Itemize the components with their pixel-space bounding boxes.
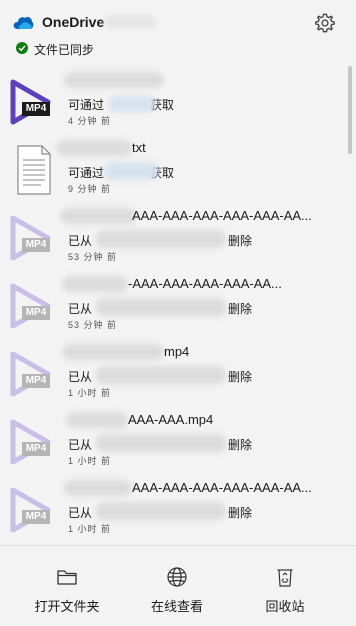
header: OneDrive 文件已同步 [0, 0, 356, 64]
check-icon [16, 42, 28, 54]
folder-icon [57, 570, 77, 585]
location-redacted [96, 502, 226, 520]
location-redacted [96, 230, 226, 248]
file-type-badge: MP4 [22, 238, 50, 252]
file-name: AAA-AAA-AAA-AAA-AAA-AA... [132, 208, 312, 223]
app-title: OneDrive [42, 14, 105, 30]
filename-redacted [62, 276, 128, 292]
file-time: 53 分钟 前 [68, 252, 118, 262]
scrollbar[interactable] [348, 66, 352, 154]
file-type-badge: MP4 [22, 102, 50, 116]
text-file-icon [17, 145, 51, 195]
list-item[interactable]: MP4 -AAA-AAA-AAA-AAA-AA... 已从 删除 53 分钟 前 [0, 272, 346, 340]
file-type-badge: MP4 [22, 374, 50, 388]
file-time: 1 小时 前 [68, 524, 112, 534]
file-name: mp4 [164, 344, 190, 359]
location-redacted [96, 366, 226, 384]
filename-redacted [60, 208, 136, 224]
account-name-redacted [104, 15, 156, 29]
recycle-bin-button[interactable]: 回收站 [226, 546, 344, 626]
location-redacted [96, 298, 226, 316]
file-type-badge: MP4 [22, 442, 50, 456]
recycle-bin-icon [277, 569, 293, 587]
location-redacted [104, 162, 158, 180]
filename-redacted [66, 412, 128, 428]
open-folder-button[interactable]: 打开文件夹 [8, 546, 126, 626]
recycle-bin-label: 回收站 [265, 599, 305, 614]
filename-redacted [64, 480, 132, 496]
file-activity-list[interactable]: MP4 可通过 获取 4 分钟 前 txt 可通过 获取 9 分钟 前 MP4 AA… [0, 64, 346, 544]
view-online-label: 在线查看 [150, 599, 203, 614]
file-time: 53 分钟 前 [68, 320, 118, 330]
list-item[interactable]: txt 可通过 获取 9 分钟 前 [0, 136, 346, 204]
file-time: 1 小时 前 [68, 456, 112, 466]
list-item[interactable]: MP4 AAA-AAA-AAA-AAA-AAA-AA... 已从 删除 1 小时 … [0, 476, 346, 544]
onedrive-cloud-icon [13, 17, 34, 29]
filename-redacted [62, 344, 164, 360]
file-name: txt [132, 140, 146, 155]
file-time: 4 分钟 前 [68, 116, 112, 126]
file-time: 9 分钟 前 [68, 184, 112, 194]
list-item[interactable]: MP4 mp4 已从 删除 1 小时 前 [0, 340, 346, 408]
file-name: -AAA-AAA-AAA-AAA-AA... [128, 276, 282, 291]
file-time: 1 小时 前 [68, 388, 112, 398]
view-online-button[interactable]: 在线查看 [118, 546, 236, 626]
file-name: AAA-AAA.mp4 [128, 412, 214, 427]
gear-icon[interactable] [314, 12, 336, 34]
filename-redacted [56, 140, 132, 156]
open-folder-label: 打开文件夹 [34, 599, 100, 614]
list-item[interactable]: MP4 AAA-AAA-AAA-AAA-AAA-AA... 已从 删除 53 分钟… [0, 204, 346, 272]
globe-icon [167, 567, 187, 587]
location-redacted [96, 434, 226, 452]
sync-status: 文件已同步 [34, 43, 95, 57]
list-item[interactable]: MP4 可通过 获取 4 分钟 前 [0, 68, 346, 136]
list-item[interactable]: MP4 AAA-AAA.mp4 已从 删除 1 小时 前 [0, 408, 346, 476]
footer-toolbar: 打开文件夹 在线查看 回收站 [0, 545, 356, 626]
filename-redacted [64, 72, 164, 88]
file-name: AAA-AAA-AAA-AAA-AAA-AA... [132, 480, 312, 495]
file-type-badge: MP4 [22, 510, 50, 524]
location-redacted [108, 96, 156, 112]
file-type-badge: MP4 [22, 306, 50, 320]
